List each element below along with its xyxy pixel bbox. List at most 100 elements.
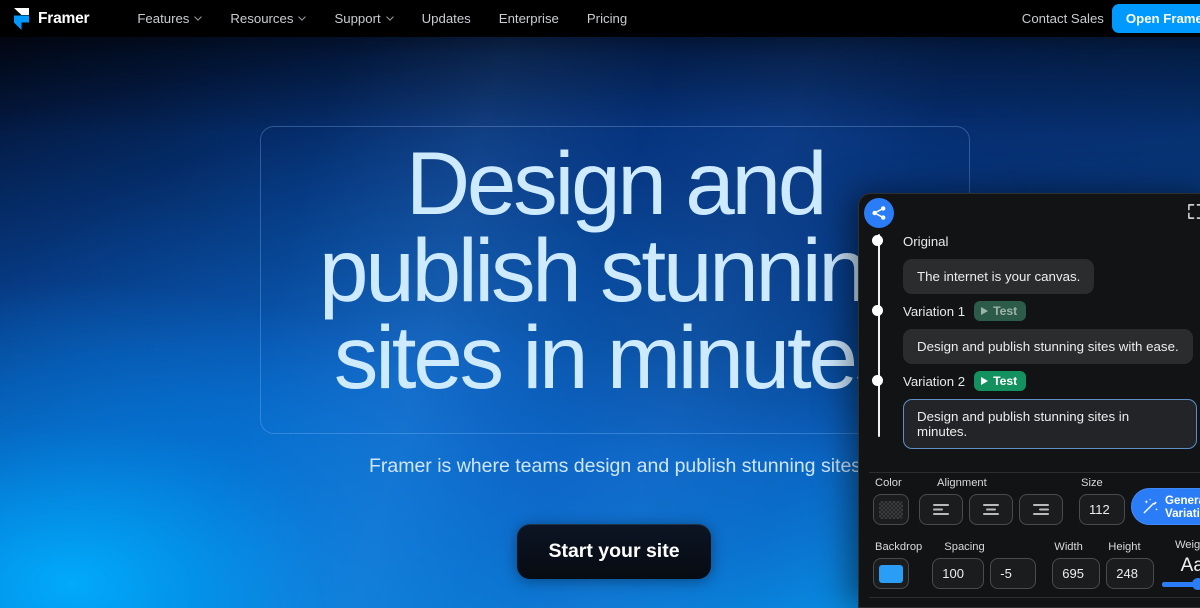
variation-row-2: Variation 2 Test Design and publish stun…: [872, 370, 1197, 449]
variation-label-1: Variation 1: [903, 303, 966, 319]
align-center-button[interactable]: [969, 494, 1013, 525]
spacing-label: Spacing: [944, 541, 985, 553]
brand[interactable]: Framer: [0, 7, 90, 30]
color-swatch-button[interactable]: [873, 494, 909, 525]
start-your-site-button[interactable]: Start your site: [517, 524, 711, 579]
backdrop-label: Backdrop: [875, 541, 923, 553]
variations-list: Original The internet is your canvas. Va…: [859, 230, 1200, 449]
width-label: Width: [1054, 541, 1083, 553]
generate-variation-button[interactable]: Generate Variation: [1131, 488, 1200, 525]
control-row-top: Color Alignment Size 112 Gener Variati: [873, 477, 1200, 525]
height-group: Height 248: [1106, 541, 1160, 589]
align-center-icon: [983, 504, 999, 515]
test-button-variation-1[interactable]: Test: [974, 301, 1027, 321]
chevron-down-icon: [298, 16, 307, 21]
size-label: Size: [1081, 477, 1103, 489]
backdrop-swatch-button[interactable]: [873, 558, 909, 589]
size-input[interactable]: 112: [1079, 494, 1125, 525]
variation-text-2[interactable]: Design and publish stunning sites in min…: [903, 399, 1197, 449]
alignment-group: Alignment: [919, 477, 1069, 525]
panel-divider: [869, 472, 1200, 473]
timeline-dot: [872, 375, 883, 386]
align-right-icon: [1033, 504, 1049, 515]
nav-link-updates[interactable]: Updates: [408, 5, 485, 32]
nav-link-enterprise[interactable]: Enterprise: [485, 5, 573, 32]
alignment-buttons: [919, 494, 1069, 525]
align-left-button[interactable]: [919, 494, 963, 525]
brand-name: Framer: [38, 9, 90, 27]
nav-link-resources[interactable]: Resources: [216, 5, 320, 32]
chevron-down-icon: [194, 16, 203, 21]
test-button-label: Test: [993, 374, 1018, 388]
weight-group: Weight Aa: [1162, 539, 1200, 590]
variation-text-original[interactable]: The internet is your canvas.: [903, 259, 1095, 294]
backdrop-color-swatch: [879, 564, 903, 583]
alignment-label: Alignment: [937, 477, 987, 489]
nav-link-support[interactable]: Support: [320, 5, 407, 32]
color-group: Color: [873, 477, 909, 525]
navbar: Framer Features Resources Support Update…: [0, 0, 1200, 37]
magic-wand-icon: [1143, 498, 1158, 514]
color-label: Color: [875, 477, 902, 489]
expand-button[interactable]: [1184, 200, 1200, 222]
nav-link-resources-label: Resources: [230, 11, 294, 26]
nav-link-enterprise-label: Enterprise: [498, 11, 559, 26]
contact-sales-link[interactable]: Contact Sales: [1022, 11, 1104, 26]
nav-links: Features Resources Support Updates Enter…: [123, 5, 641, 32]
spacing-input-primary[interactable]: 100: [932, 558, 985, 589]
nav-link-pricing[interactable]: Pricing: [573, 5, 641, 32]
slider-knob[interactable]: [1192, 578, 1200, 590]
app-root: Design and publish stunning sites in min…: [0, 0, 1200, 608]
weight-slider[interactable]: [1162, 578, 1200, 590]
cta-label: Start your site: [548, 540, 680, 562]
spacing-group: Spacing 100 -5: [932, 541, 1042, 589]
generate-line-2: Variation: [1165, 506, 1200, 520]
nav-link-pricing-label: Pricing: [586, 11, 628, 26]
variation-text-1[interactable]: Design and publish stunning sites with e…: [903, 329, 1193, 364]
height-input[interactable]: 248: [1106, 558, 1155, 589]
play-icon: [981, 307, 989, 315]
width-group: Width 695: [1052, 541, 1106, 589]
weight-sample-text: Aa: [1180, 555, 1200, 576]
expand-icon: [1187, 203, 1200, 219]
test-button-label: Test: [993, 304, 1018, 318]
size-group: Size 112: [1079, 477, 1131, 525]
panel-bottom-divider: [869, 597, 1200, 598]
width-input[interactable]: 695: [1052, 558, 1101, 589]
align-right-button[interactable]: [1019, 494, 1063, 525]
variation-label-2: Variation 2: [903, 373, 966, 389]
variations-panel: Original The internet is your canvas. Va…: [858, 193, 1200, 608]
nav-link-features-label: Features: [137, 11, 190, 26]
nav-link-support-label: Support: [334, 11, 381, 26]
control-bar: Color Alignment Size 112 Gener Variati B…: [859, 477, 1200, 590]
variation-header: Variation 2 Test: [872, 370, 1197, 392]
open-framer-button[interactable]: Open Framer: [1111, 4, 1200, 33]
nav-link-features[interactable]: Features: [123, 5, 216, 32]
variation-row-1: Variation 1 Test Design and publish stun…: [872, 300, 1197, 364]
variation-header: Variation 1 Test: [872, 300, 1197, 322]
spacing-inputs: 100 -5: [932, 558, 1042, 589]
variation-row-original: Original The internet is your canvas.: [872, 230, 1197, 294]
panel-header: [859, 194, 1200, 230]
timeline-dot: [872, 305, 883, 316]
test-button-variation-2[interactable]: Test: [974, 371, 1027, 391]
weight-label: Weight: [1174, 539, 1200, 551]
transparent-swatch-icon: [879, 500, 903, 519]
chevron-down-icon: [385, 16, 394, 21]
height-label: Height: [1108, 541, 1141, 553]
nav-link-updates-label: Updates: [421, 11, 471, 26]
share-icon: [872, 206, 886, 220]
play-icon: [981, 377, 989, 385]
share-button[interactable]: [864, 198, 894, 228]
align-left-icon: [933, 504, 949, 515]
variation-label-original: Original: [903, 233, 949, 249]
spacing-input-secondary[interactable]: -5: [990, 558, 1037, 589]
generate-line-1: Generate: [1165, 493, 1200, 507]
backdrop-group: Backdrop: [873, 541, 922, 589]
variation-header: Original: [872, 230, 1197, 252]
control-row-bottom: Backdrop Spacing 100 -5 Width 695 Height…: [873, 539, 1200, 590]
generate-variation-label: Generate Variation: [1165, 494, 1200, 520]
framer-logo-icon: [14, 7, 29, 30]
timeline-dot: [872, 235, 883, 246]
navbar-actions: Contact Sales Open Framer: [1022, 4, 1200, 33]
